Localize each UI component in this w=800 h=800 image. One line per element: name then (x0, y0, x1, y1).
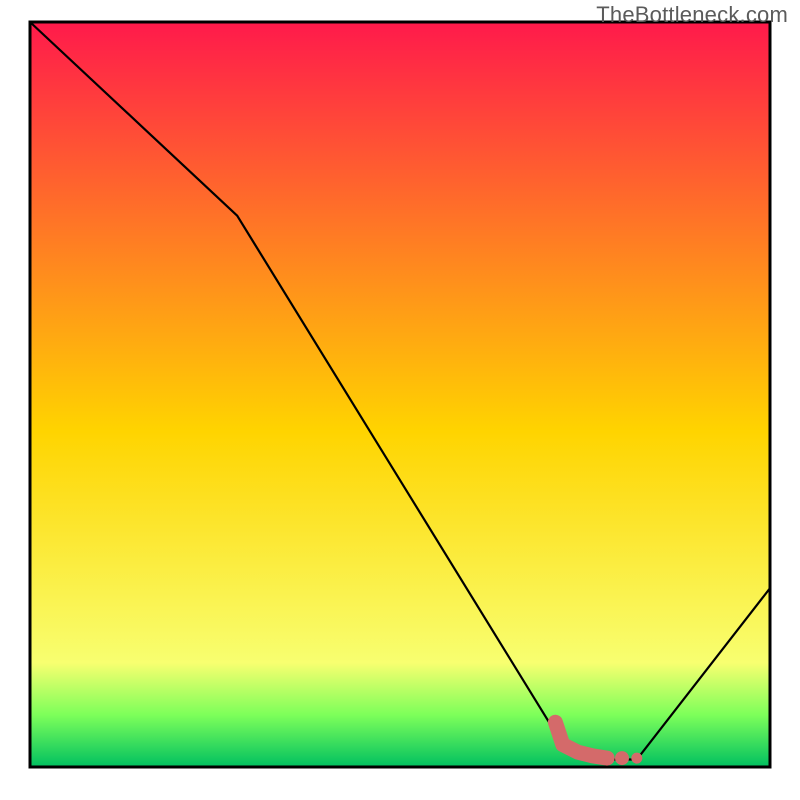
highlight-dot (615, 751, 629, 765)
chart-stage: TheBottleneck.com (0, 0, 800, 800)
highlight-dot (631, 753, 642, 764)
chart-svg (0, 0, 800, 800)
watermark-text: TheBottleneck.com (596, 2, 788, 28)
plot-background (30, 22, 770, 767)
